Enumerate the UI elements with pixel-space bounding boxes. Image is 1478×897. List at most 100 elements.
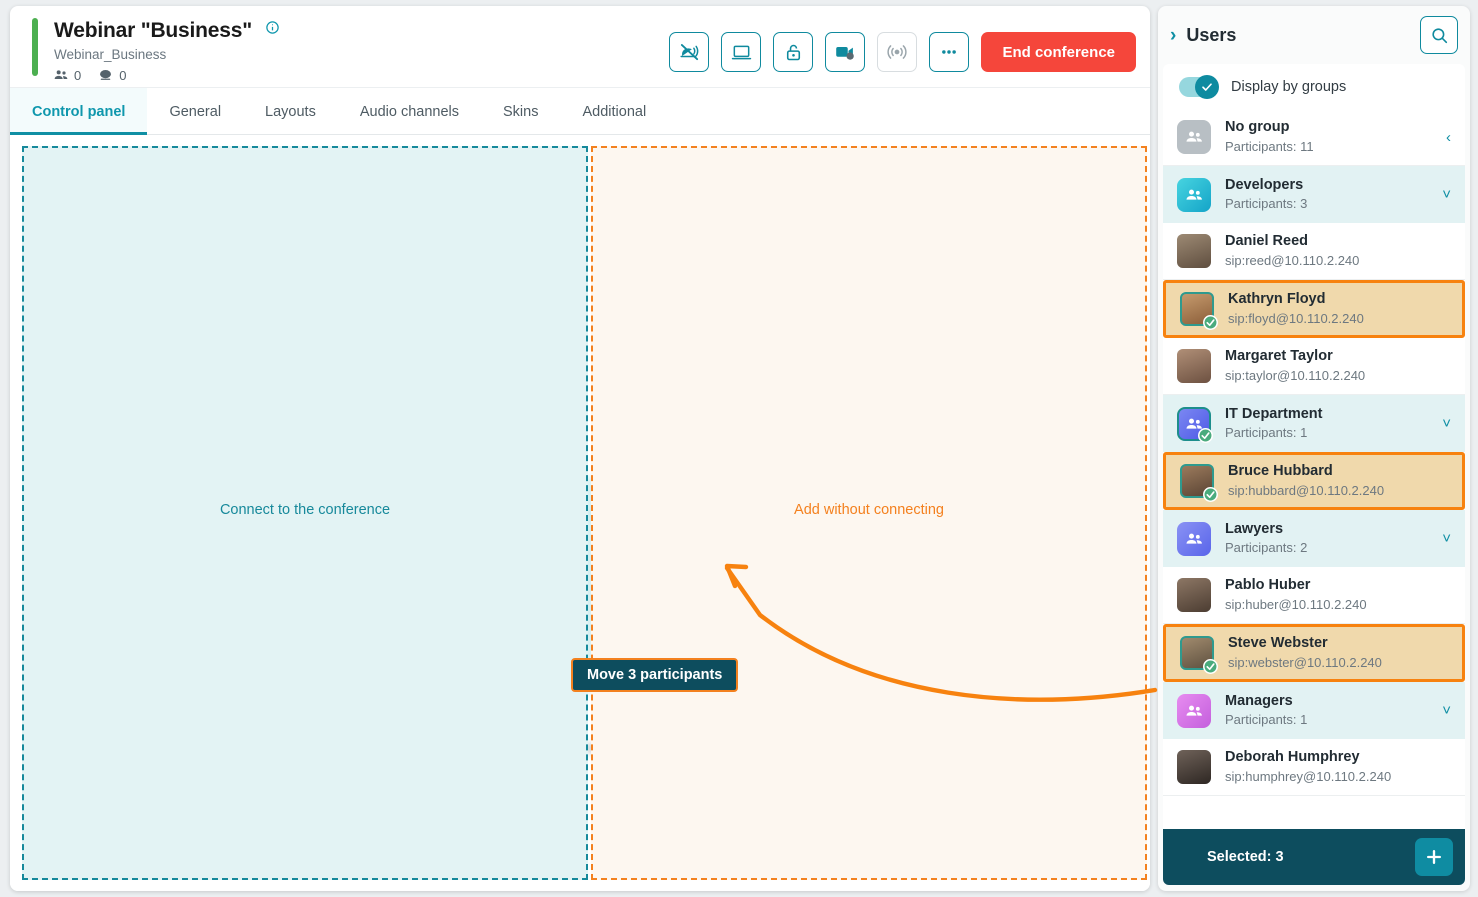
group-participants: Participants: 2 xyxy=(1225,540,1308,556)
user-row-bruce-hubbard[interactable]: Bruce Hubbard sip:hubbard@10.110.2.240 xyxy=(1163,452,1465,510)
group-avatar-icon xyxy=(1177,521,1211,556)
drop-zone-add-label: Add without connecting xyxy=(794,502,944,518)
group-name: Lawyers xyxy=(1225,520,1284,537)
app-root: Webinar "Business" Webinar_Business 0 0 … xyxy=(0,0,1478,897)
status-accent-bar xyxy=(32,18,38,76)
group-text: Lawyers Participants: 2 xyxy=(1225,520,1307,558)
end-conference-button[interactable]: End conference xyxy=(981,32,1136,72)
drop-zone-add-without-connecting[interactable]: Add without connecting xyxy=(591,146,1147,880)
camera-icon[interactable] xyxy=(825,32,866,72)
avatar xyxy=(1177,750,1211,784)
group-participants: Participants: 1 xyxy=(1225,425,1308,441)
conference-stats: 0 0 xyxy=(53,67,136,83)
group-avatar-icon xyxy=(1177,120,1211,154)
display-by-groups-row[interactable]: Display by groups xyxy=(1163,64,1465,109)
chevron-down-icon[interactable]: ˅ xyxy=(1442,187,1451,202)
chevron-down-icon[interactable]: ˅ xyxy=(1442,703,1451,718)
plus-icon[interactable] xyxy=(1415,838,1453,876)
user-text: Deborah Humphrey sip:humphrey@10.110.2.2… xyxy=(1225,748,1391,786)
screen-share-icon[interactable] xyxy=(721,32,762,72)
group-name: Developers xyxy=(1225,176,1304,193)
user-row-steve-webster[interactable]: Steve Webster sip:webster@10.110.2.240 xyxy=(1163,624,1465,682)
drop-zone-connect[interactable]: Connect to the conference xyxy=(22,146,588,880)
user-sip: sip:huber@10.110.2.240 xyxy=(1225,596,1367,612)
group-participants: Participants: 3 xyxy=(1225,196,1308,212)
chevron-right-icon[interactable]: › xyxy=(1170,26,1176,45)
user-text: Kathryn Floyd sip:floyd@10.110.2.240 xyxy=(1228,290,1364,328)
group-avatar-icon xyxy=(1177,693,1211,728)
conference-title-text: Webinar "Business" xyxy=(54,19,252,42)
tab-additional[interactable]: Additional xyxy=(560,88,668,135)
group-row-no-group[interactable]: No group Participants: 11 ‹ xyxy=(1163,109,1465,166)
tab-layouts[interactable]: Layouts xyxy=(243,88,338,135)
conference-header: Webinar "Business" Webinar_Business 0 0 … xyxy=(10,6,1150,88)
broadcast-icon[interactable] xyxy=(877,32,918,72)
user-row-kathryn-floyd[interactable]: Kathryn Floyd sip:floyd@10.110.2.240 xyxy=(1163,280,1465,338)
user-sip: sip:humphrey@10.110.2.240 xyxy=(1225,768,1392,784)
group-row-developers[interactable]: Developers Participants: 3 ˅ xyxy=(1163,166,1465,223)
check-icon xyxy=(1202,82,1212,91)
tab-general[interactable]: General xyxy=(147,88,243,135)
display-by-groups-toggle[interactable] xyxy=(1179,74,1219,99)
group-text: IT Department Participants: 1 xyxy=(1225,405,1323,443)
display-by-groups-label: Display by groups xyxy=(1231,78,1347,95)
user-name: Deborah Humphrey xyxy=(1225,749,1360,766)
group-row-managers[interactable]: Managers Participants: 1 ˅ xyxy=(1163,682,1465,739)
avatar xyxy=(1177,578,1211,612)
user-sip: sip:hubbard@10.110.2.240 xyxy=(1228,482,1385,498)
more-options-icon[interactable] xyxy=(929,32,970,72)
avatar-photo xyxy=(1177,234,1211,268)
avatar xyxy=(1177,349,1211,383)
group-text: Developers Participants: 3 xyxy=(1225,176,1307,214)
user-text: Margaret Taylor sip:taylor@10.110.2.240 xyxy=(1225,347,1365,385)
search-icon[interactable] xyxy=(1420,16,1458,54)
user-name: Steve Webster xyxy=(1228,635,1328,652)
avatar-photo xyxy=(1177,750,1211,784)
avatar xyxy=(1180,636,1218,674)
unlock-icon[interactable] xyxy=(773,32,814,72)
chevron-down-icon[interactable]: ˅ xyxy=(1442,416,1451,431)
group-name: IT Department xyxy=(1225,405,1323,422)
avatar xyxy=(1180,292,1218,330)
user-text: Steve Webster sip:webster@10.110.2.240 xyxy=(1228,634,1382,672)
selected-check-badge xyxy=(1198,427,1213,443)
header-toolbar: End conference xyxy=(669,32,1136,72)
drop-board: No participants Add participant Connect … xyxy=(10,135,1150,891)
group-text: Managers Participants: 1 xyxy=(1225,692,1307,730)
tab-control-panel[interactable]: Control panel xyxy=(10,88,148,135)
group-participants: Participants: 11 xyxy=(1225,138,1314,154)
chevron-left-icon[interactable]: ‹ xyxy=(1446,130,1451,145)
user-text: Daniel Reed sip:reed@10.110.2.240 xyxy=(1225,232,1359,270)
user-name: Margaret Taylor xyxy=(1225,348,1333,365)
chevron-down-icon[interactable]: ˅ xyxy=(1442,531,1451,546)
group-text: No group Participants: 11 xyxy=(1225,118,1314,156)
user-row-deborah-humphrey[interactable]: Deborah Humphrey sip:humphrey@10.110.2.2… xyxy=(1163,739,1465,796)
toggle-knob xyxy=(1195,74,1219,99)
user-text: Pablo Huber sip:huber@10.110.2.240 xyxy=(1225,576,1367,614)
user-row-daniel-reed[interactable]: Daniel Reed sip:reed@10.110.2.240 xyxy=(1163,223,1465,280)
selected-check-badge xyxy=(1203,487,1218,502)
mute-announcement-icon[interactable] xyxy=(669,32,710,72)
user-row-margaret-taylor[interactable]: Margaret Taylor sip:taylor@10.110.2.240 xyxy=(1163,338,1465,395)
group-avatar-icon xyxy=(1177,406,1213,443)
selected-count-label: Selected: 3 xyxy=(1207,849,1284,865)
selected-check-badge xyxy=(1203,315,1218,330)
users-panel-title: Users xyxy=(1186,24,1237,45)
user-sip: sip:floyd@10.110.2.240 xyxy=(1228,310,1364,326)
user-text: Bruce Hubbard sip:hubbard@10.110.2.240 xyxy=(1228,462,1384,500)
page-title: Webinar "Business" xyxy=(54,17,280,43)
viewers-stat: 0 xyxy=(97,68,126,83)
group-name: No group xyxy=(1225,119,1290,136)
group-row-it-department[interactable]: IT Department Participants: 1 ˅ xyxy=(1163,395,1465,452)
avatar-photo xyxy=(1177,578,1211,612)
drag-move-badge: Move 3 participants xyxy=(571,658,739,692)
tab-audio-channels[interactable]: Audio channels xyxy=(338,88,481,135)
users-panel-header: › Users xyxy=(1158,6,1470,64)
avatar-photo xyxy=(1177,349,1211,383)
info-icon[interactable] xyxy=(265,17,280,41)
group-row-lawyers[interactable]: Lawyers Participants: 2 ˅ xyxy=(1163,510,1465,567)
user-name: Daniel Reed xyxy=(1225,233,1308,250)
tab-skins[interactable]: Skins xyxy=(481,88,560,135)
user-sip: sip:webster@10.110.2.240 xyxy=(1228,654,1382,670)
user-row-pablo-huber[interactable]: Pablo Huber sip:huber@10.110.2.240 xyxy=(1163,567,1465,624)
